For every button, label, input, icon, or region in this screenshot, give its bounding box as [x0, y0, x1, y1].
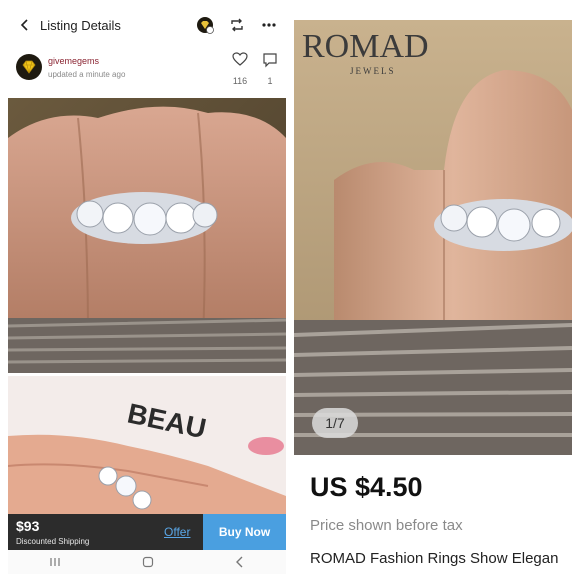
- comment-count: 1: [267, 76, 273, 86]
- listing-photo-secondary[interactable]: BEAU: [8, 376, 286, 522]
- product-price: US $4.50: [310, 472, 423, 502]
- repost-button[interactable]: [226, 14, 248, 36]
- gem-badge-icon: [197, 17, 214, 34]
- image-pager: 1/7: [312, 408, 358, 438]
- seller-avatar[interactable]: [16, 54, 42, 80]
- listing-photo-main[interactable]: [8, 98, 286, 373]
- updated-time: updated a minute ago: [48, 70, 126, 79]
- chevron-left-icon: [20, 19, 28, 31]
- shipping-note: Discounted Shipping: [16, 537, 90, 546]
- back-nav-icon[interactable]: [235, 556, 245, 568]
- like-count: 116: [232, 76, 248, 86]
- product-screen: ROMAD JEWELS 1/7 US $4.50 Price shown be…: [294, 20, 572, 574]
- listing-price: $93: [16, 518, 40, 534]
- brand-logo-subtext: JEWELS: [350, 66, 396, 76]
- screenshot-collage: Listing Details givemegems updated a min…: [0, 0, 580, 580]
- recent-apps-icon[interactable]: [49, 557, 61, 567]
- comment-icon: [263, 53, 277, 68]
- product-photo[interactable]: ROMAD JEWELS 1/7: [294, 20, 572, 455]
- comment-button[interactable]: [260, 52, 280, 73]
- price-tax-note: Price shown before tax: [310, 517, 463, 534]
- product-title[interactable]: ROMAD Fashion Rings Show Elegan: [310, 550, 572, 567]
- listing-screen: Listing Details givemegems updated a min…: [8, 8, 286, 574]
- top-app-bar: Listing Details: [8, 8, 286, 42]
- more-options-button[interactable]: [258, 14, 280, 36]
- offer-link[interactable]: Offer: [164, 525, 190, 539]
- repost-icon: [231, 18, 243, 32]
- page-title: Listing Details: [40, 17, 121, 33]
- purchase-bar: $93 Discounted Shipping Offer Buy Now: [8, 514, 286, 550]
- toolbar-icons: [194, 14, 280, 36]
- heart-icon: [232, 52, 248, 66]
- like-button[interactable]: [230, 52, 250, 71]
- brand-logo-text: ROMAD: [302, 28, 429, 65]
- ring-closeup-image: BEAU: [8, 376, 286, 522]
- buy-now-button[interactable]: Buy Now: [203, 514, 286, 550]
- shop-avatar-button[interactable]: [194, 14, 216, 36]
- back-button[interactable]: [12, 8, 38, 42]
- seller-username[interactable]: givemegems: [48, 56, 99, 66]
- system-nav-bar: [8, 550, 286, 574]
- seller-row: givemegems updated a minute ago 116 1: [8, 48, 286, 94]
- diamond-icon: [22, 60, 36, 74]
- home-icon[interactable]: [142, 556, 154, 568]
- ring-product-image: [294, 20, 572, 455]
- ring-on-hand-image: [8, 98, 286, 373]
- more-dots-icon: [262, 23, 276, 27]
